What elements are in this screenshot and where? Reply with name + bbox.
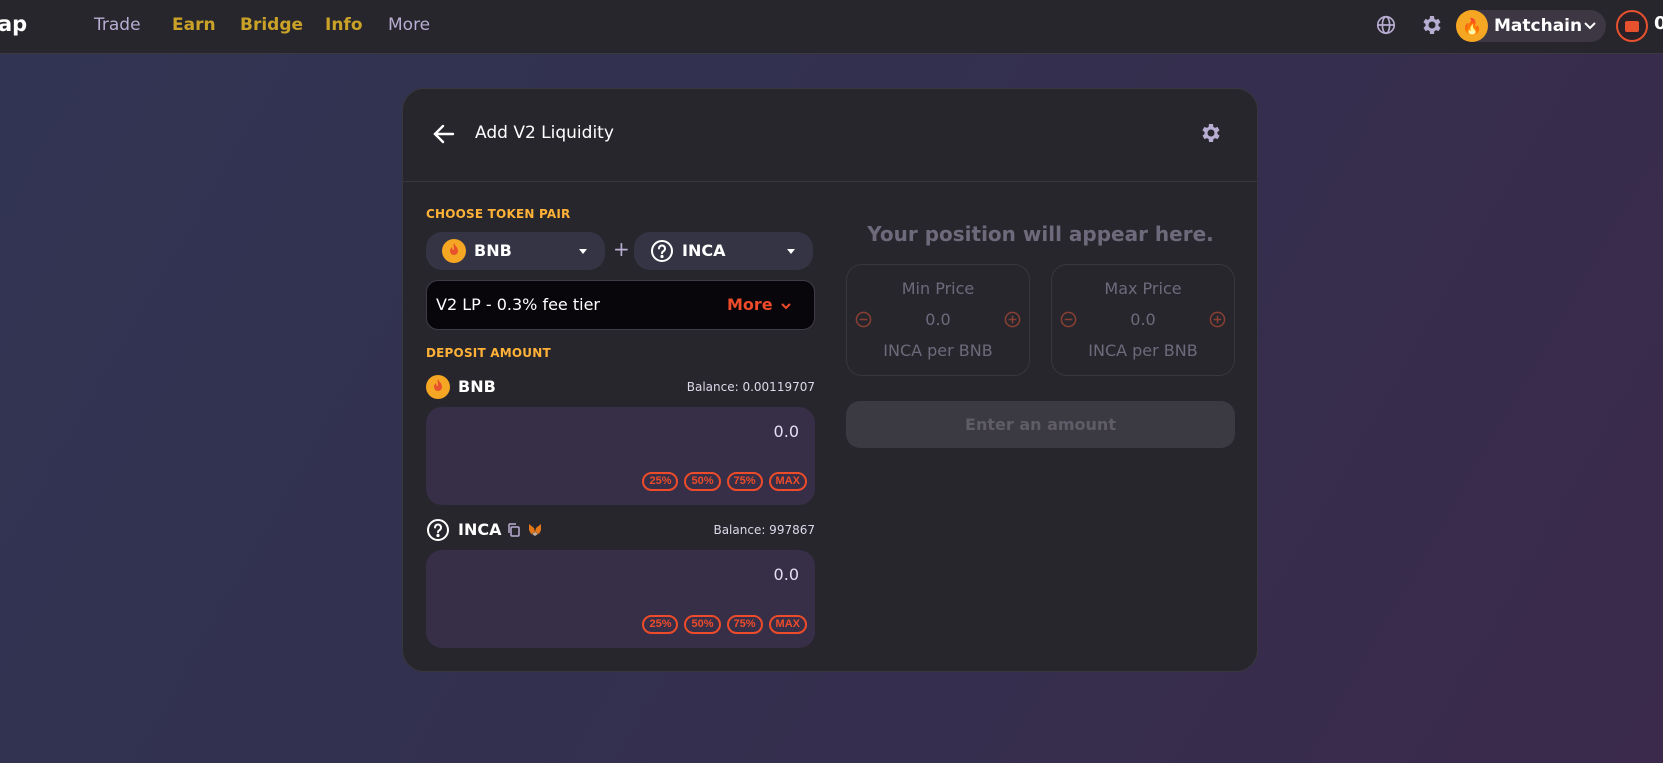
min-price-title: Min Price [901, 279, 975, 298]
pct-50-button[interactable]: 50% [684, 615, 721, 634]
chevron-down-icon [1584, 22, 1596, 30]
card-header: Add V2 Liquidity [403, 89, 1257, 182]
min-price-value: 0.0 [925, 310, 951, 329]
deposit-a-input[interactable]: 0.0 25% 50% 75% MAX [426, 407, 815, 505]
nav-more[interactable]: More [388, 15, 430, 35]
copy-icon[interactable] [506, 522, 522, 538]
max-price-title: Max Price [1104, 279, 1182, 298]
gear-icon[interactable] [1420, 13, 1444, 37]
flame-icon: 🔥 [1456, 10, 1488, 42]
pct-25-button[interactable]: 25% [642, 472, 679, 491]
deposit-b-percent-buttons: 25% 50% 75% MAX [642, 615, 807, 634]
back-arrow-icon[interactable] [431, 121, 457, 147]
page-title: Add V2 Liquidity [475, 123, 614, 143]
deposit-amount-label: DEPOSIT AMOUNT [426, 346, 551, 360]
pct-75-button[interactable]: 75% [726, 615, 763, 634]
fee-more-button[interactable]: More [727, 295, 773, 314]
enter-amount-button[interactable]: Enter an amount [846, 401, 1235, 448]
choose-pair-label: CHOOSE TOKEN PAIR [426, 207, 571, 221]
nav-trade[interactable]: Trade [94, 15, 141, 35]
bnb-token-icon [426, 375, 450, 399]
question-circle-icon [427, 519, 449, 541]
token-a-name: BNB [474, 241, 512, 260]
wallet-icon[interactable] [1616, 10, 1648, 42]
chain-name: Matchain [1494, 16, 1583, 36]
min-price-unit: INCA per BNB [883, 341, 993, 360]
plus-circle-icon[interactable] [1004, 311, 1021, 328]
pct-25-button[interactable]: 25% [642, 615, 679, 634]
metamask-fox-icon[interactable] [527, 522, 543, 538]
pct-max-button[interactable]: MAX [768, 472, 807, 491]
min-price-box: Min Price 0.0 INCA per BNB [846, 264, 1030, 376]
deposit-a-amount[interactable]: 0.0 [774, 422, 799, 441]
nav-bridge[interactable]: Bridge [240, 15, 303, 35]
add-liquidity-card: Add V2 Liquidity CHOOSE TOKEN PAIR BNB +… [402, 88, 1258, 672]
deposit-a-balance: Balance: 0.00119707 [686, 380, 815, 394]
deposit-a-percent-buttons: 25% 50% 75% MAX [642, 472, 807, 491]
pct-75-button[interactable]: 75% [726, 472, 763, 491]
token-b-name: INCA [682, 241, 726, 260]
chevron-down-icon [781, 303, 791, 310]
max-price-unit: INCA per BNB [1088, 341, 1198, 360]
chain-selector[interactable]: 🔥 Matchain [1456, 10, 1606, 42]
token-a-select[interactable]: BNB [426, 232, 605, 270]
deposit-b-amount[interactable]: 0.0 [774, 565, 799, 584]
settings-gear-icon[interactable] [1199, 121, 1223, 145]
deposit-b-input[interactable]: 0.0 25% 50% 75% MAX [426, 550, 815, 648]
top-navigation: ap Trade Earn Bridge Info More 🔥 Matchai… [0, 0, 1663, 54]
max-price-value: 0.0 [1130, 310, 1156, 329]
nav-earn[interactable]: Earn [172, 15, 216, 35]
deposit-a-name: BNB [458, 377, 496, 396]
plus-circle-icon[interactable] [1209, 311, 1226, 328]
position-placeholder: Your position will appear here. [867, 222, 1214, 246]
globe-icon[interactable] [1375, 14, 1397, 36]
caret-down-icon [787, 249, 795, 254]
deposit-b-name: INCA [458, 520, 502, 539]
caret-down-icon [579, 249, 587, 254]
fee-tier-text: V2 LP - 0.3% fee tier [436, 295, 600, 314]
nav-info[interactable]: Info [325, 15, 363, 35]
bnb-token-icon [442, 239, 466, 263]
max-price-box: Max Price 0.0 INCA per BNB [1051, 264, 1235, 376]
token-b-select[interactable]: INCA [634, 232, 813, 270]
wallet-label[interactable]: 0 [1654, 13, 1663, 34]
question-circle-icon [651, 240, 673, 262]
fee-tier-selector[interactable]: V2 LP - 0.3% fee tier More [426, 280, 815, 330]
plus-sign: + [613, 237, 630, 261]
logo[interactable]: ap [0, 12, 27, 36]
pct-max-button[interactable]: MAX [768, 615, 807, 634]
deposit-b-balance: Balance: 997867 [713, 523, 815, 537]
pct-50-button[interactable]: 50% [684, 472, 721, 491]
